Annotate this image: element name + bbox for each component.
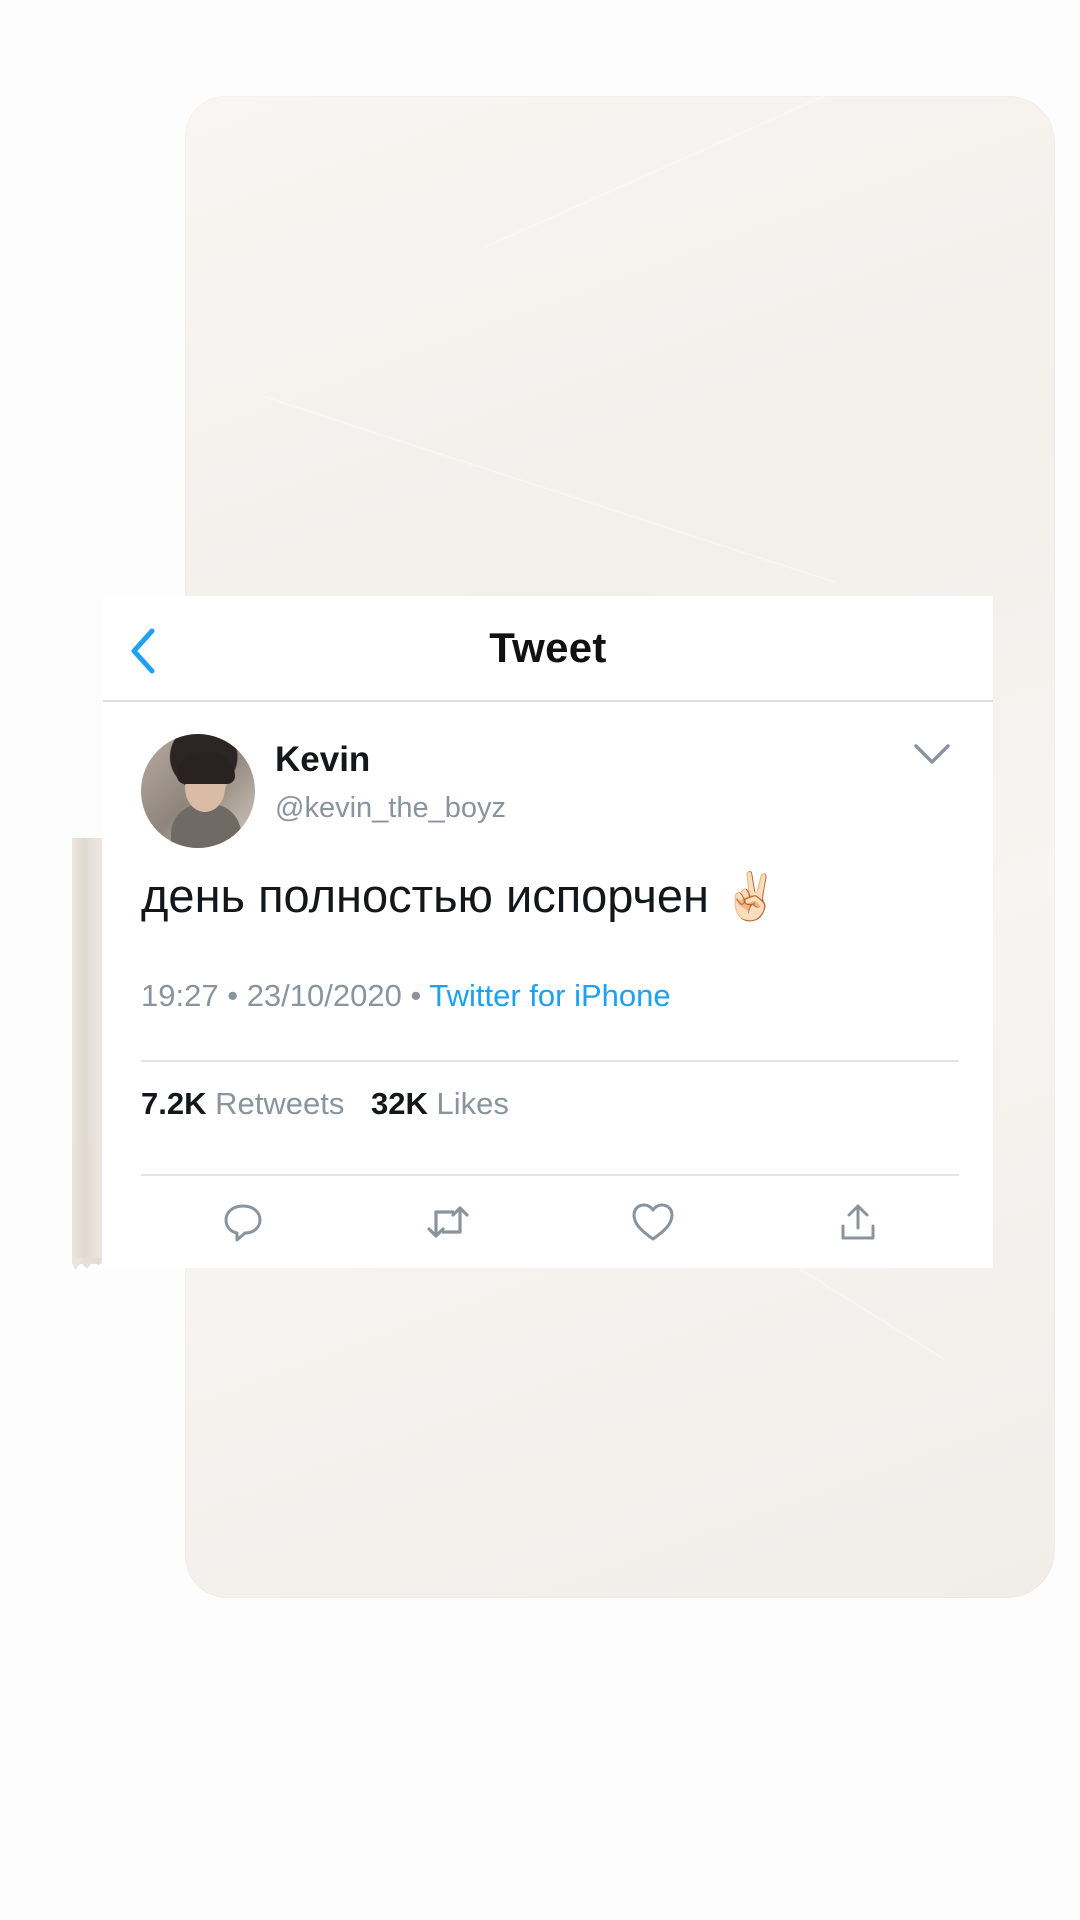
- author-name[interactable]: Kevin: [275, 740, 370, 780]
- tweet-body: день полностью испорчен: [141, 869, 709, 922]
- share-button[interactable]: [828, 1192, 888, 1252]
- retweets-stat[interactable]: 7.2K Retweets: [141, 1086, 353, 1121]
- tweet-source-link[interactable]: Twitter for iPhone: [429, 978, 670, 1013]
- meta-separator: •: [410, 978, 422, 1013]
- meta-separator: •: [227, 978, 239, 1013]
- divider: [141, 1174, 959, 1176]
- victory-hand-emoji: ✌🏻: [722, 870, 780, 922]
- reply-button[interactable]: [213, 1192, 273, 1252]
- retweets-label: Retweets: [215, 1086, 345, 1121]
- likes-stat[interactable]: 32K Likes: [371, 1086, 509, 1121]
- tweet-header: Tweet: [103, 596, 993, 702]
- like-icon: [632, 1203, 674, 1241]
- tweet-meta: 19:27 • 23/10/2020 • Twitter for iPhone: [141, 978, 671, 1014]
- like-button[interactable]: [623, 1192, 683, 1252]
- share-icon: [841, 1204, 875, 1240]
- retweet-button[interactable]: [418, 1192, 478, 1252]
- tape-strip: [72, 838, 102, 1264]
- retweets-count: 7.2K: [141, 1086, 207, 1121]
- tweet-text: день полностью испорчен ✌🏻: [141, 868, 779, 924]
- page-title: Tweet: [489, 624, 607, 671]
- paper-crease: [485, 42, 943, 248]
- tweet-actions: [141, 1192, 959, 1252]
- tweet-date: 23/10/2020: [246, 978, 402, 1013]
- tweet-stats: 7.2K Retweets 32K Likes: [141, 1086, 527, 1122]
- reply-icon: [224, 1204, 262, 1242]
- retweet-icon: [427, 1206, 469, 1238]
- tweet-card: Tweet Kevin @kevin_the_boyz день полност…: [103, 596, 993, 1268]
- chevron-down-icon: [914, 744, 950, 764]
- author-handle[interactable]: @kevin_the_boyz: [275, 792, 506, 825]
- likes-count: 32K: [370, 1086, 428, 1121]
- avatar[interactable]: [141, 734, 255, 848]
- avatar-hair: [177, 752, 235, 784]
- tweet-time: 19:27: [141, 978, 219, 1013]
- tweet-options-button[interactable]: [907, 734, 957, 774]
- paper-crease: [264, 396, 836, 584]
- likes-label: Likes: [436, 1086, 509, 1121]
- divider: [141, 1060, 959, 1062]
